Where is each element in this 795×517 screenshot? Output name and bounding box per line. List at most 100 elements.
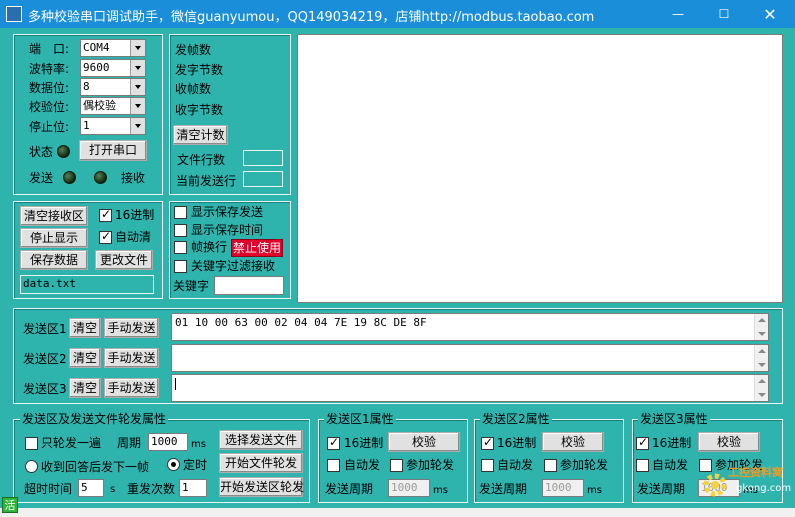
baud-label: 波特率: bbox=[29, 62, 70, 76]
area-3-auto-checkbox[interactable] bbox=[636, 459, 649, 472]
period-input[interactable]: 1000 bbox=[148, 433, 188, 451]
parity-select[interactable]: 偶校验 bbox=[80, 97, 146, 115]
timeout-label: 超时时间 bbox=[24, 482, 73, 496]
send-indicator-label: 发送 bbox=[29, 171, 54, 185]
auto-clear-label: 自动清 bbox=[115, 230, 152, 244]
parity-label: 校验位: bbox=[29, 100, 70, 114]
select-file-button[interactable]: 选择发送文件 bbox=[219, 430, 303, 450]
send-area-3-manual-button[interactable]: 手动发送 bbox=[104, 378, 159, 398]
filename-field[interactable]: data.txt bbox=[20, 275, 154, 294]
watermark: 工控资料窝 gkong.com bbox=[700, 462, 795, 502]
databits-select[interactable]: 8 bbox=[80, 78, 146, 96]
auto-clear-checkbox[interactable] bbox=[99, 229, 112, 244]
watermark-text-1: 工控资料窝 bbox=[728, 466, 783, 479]
client-area: 端 口: COM4 波特率: 9600 数据位: 8 校验位: 偶校验 停止位:… bbox=[0, 28, 795, 508]
clear-receive-button[interactable]: 清空接收区 bbox=[20, 206, 88, 226]
area-2-period-label: 发送周期 bbox=[479, 482, 528, 496]
send-area-1-manual-button[interactable]: 手动发送 bbox=[104, 318, 159, 338]
keyword-input[interactable] bbox=[214, 276, 284, 295]
show-save-time-label: 显示保存时间 bbox=[191, 223, 264, 237]
window-title: 多种校验串口调试助手，微信guanyumou，QQ149034219，店铺htt… bbox=[28, 10, 595, 25]
send-area-1-input[interactable]: 01 10 00 63 00 02 04 04 7E 19 8C DE 8F bbox=[171, 313, 769, 341]
period-ms-label: ms bbox=[191, 439, 206, 450]
title-bar: 多种校验串口调试助手，微信guanyumou，QQ149034219，店铺htt… bbox=[0, 0, 795, 28]
send-area-2-manual-button[interactable]: 手动发送 bbox=[104, 348, 159, 368]
area-1-hex-checkbox[interactable] bbox=[327, 435, 340, 450]
send-area-3-input[interactable] bbox=[171, 374, 769, 402]
status-led-icon bbox=[57, 145, 70, 158]
area-3-hex-checkbox[interactable] bbox=[636, 435, 649, 450]
timeout-input[interactable]: 5 bbox=[78, 479, 104, 497]
stopbits-label: 停止位: bbox=[29, 120, 70, 134]
area-1-verify-button[interactable]: 校验 bbox=[388, 432, 460, 452]
file-lines-value bbox=[243, 150, 283, 166]
chevron-down-icon bbox=[130, 98, 145, 114]
area-1-join-label: 参加轮发 bbox=[406, 458, 455, 472]
hex-checkbox[interactable] bbox=[99, 207, 112, 222]
area-2-hex-checkbox[interactable] bbox=[481, 435, 494, 450]
close-button[interactable]: ✕ bbox=[747, 0, 793, 28]
only-rotate-checkbox[interactable] bbox=[25, 437, 38, 450]
recv-indicator-label: 接收 bbox=[121, 171, 146, 185]
current-line-label: 当前发送行 bbox=[176, 174, 237, 188]
retry-input[interactable]: 1 bbox=[179, 479, 207, 497]
databits-label: 数据位: bbox=[29, 81, 70, 95]
chevron-down-icon bbox=[130, 79, 145, 95]
timed-radio[interactable] bbox=[167, 458, 180, 471]
send-area-2-clear-button[interactable]: 清空 bbox=[69, 348, 101, 368]
area-2-verify-button[interactable]: 校验 bbox=[542, 432, 604, 452]
port-select[interactable]: COM4 bbox=[80, 39, 146, 57]
send-area-3-clear-button[interactable]: 清空 bbox=[69, 378, 101, 398]
area-1-auto-checkbox[interactable] bbox=[327, 459, 340, 472]
save-data-button[interactable]: 保存数据 bbox=[20, 250, 88, 270]
stopbits-select[interactable]: 1 bbox=[80, 117, 146, 135]
chevron-down-icon bbox=[130, 60, 145, 76]
send-bytes-label: 发字节数 bbox=[175, 63, 224, 77]
only-rotate-label: 只轮发一遍 bbox=[41, 436, 102, 450]
start-area-rotation-button[interactable]: 开始发送区轮发 bbox=[219, 477, 304, 497]
stop-display-button[interactable]: 停止显示 bbox=[20, 228, 88, 248]
status-bar bbox=[0, 508, 795, 517]
receive-area[interactable] bbox=[297, 34, 783, 303]
send-area-1-clear-button[interactable]: 清空 bbox=[69, 318, 101, 338]
text-cursor bbox=[175, 378, 176, 390]
send-area-2-input[interactable] bbox=[171, 344, 769, 372]
open-port-button[interactable]: 打开串口 bbox=[79, 140, 147, 161]
frame-newline-checkbox[interactable] bbox=[174, 241, 187, 254]
area-1-join-checkbox[interactable] bbox=[390, 459, 403, 472]
timeout-unit-label: s bbox=[110, 484, 116, 495]
recv-bytes-label: 收字节数 bbox=[175, 103, 224, 117]
rotation-title: 发送区及发送文件轮发属性 bbox=[20, 412, 169, 426]
show-save-send-checkbox[interactable] bbox=[174, 206, 187, 219]
area-2-props-title: 发送区2属性 bbox=[480, 412, 552, 426]
after-reply-radio[interactable] bbox=[25, 460, 38, 473]
area-2-auto-checkbox[interactable] bbox=[481, 459, 494, 472]
change-file-button[interactable]: 更改文件 bbox=[95, 250, 153, 270]
keyword-filter-checkbox[interactable] bbox=[174, 260, 187, 273]
gear-icon bbox=[703, 473, 727, 497]
recv-led-icon bbox=[94, 171, 107, 184]
area-3-verify-button[interactable]: 校验 bbox=[698, 432, 760, 452]
area-1-hex-label: 16进制 bbox=[344, 436, 384, 450]
hex-label: 16进制 bbox=[115, 208, 155, 222]
after-reply-label: 收到回答后发下一帧 bbox=[41, 460, 150, 474]
file-lines-label: 文件行数 bbox=[177, 153, 226, 167]
maximize-button[interactable]: ☐ bbox=[701, 0, 747, 28]
minimize-button[interactable]: — bbox=[655, 0, 701, 28]
show-save-time-checkbox[interactable] bbox=[174, 224, 187, 237]
area-1-period-label: 发送周期 bbox=[325, 482, 374, 496]
area-1-ms-label: ms bbox=[433, 485, 448, 496]
keyword-label: 关键字 bbox=[173, 279, 210, 293]
baud-select[interactable]: 9600 bbox=[80, 59, 146, 77]
start-file-rotation-button[interactable]: 开始文件轮发 bbox=[219, 453, 303, 473]
area-3-hex-label: 16进制 bbox=[652, 436, 692, 450]
area-1-period-input[interactable]: 1000 bbox=[388, 479, 430, 497]
area-2-period-input[interactable]: 1000 bbox=[542, 479, 584, 497]
area-2-auto-label: 自动发 bbox=[497, 458, 534, 472]
send-led-icon bbox=[63, 171, 76, 184]
chevron-down-icon bbox=[130, 118, 145, 134]
area-2-join-label: 参加轮发 bbox=[560, 458, 609, 472]
current-line-value bbox=[243, 171, 283, 187]
area-2-join-checkbox[interactable] bbox=[544, 459, 557, 472]
clear-counters-button[interactable]: 清空计数 bbox=[173, 125, 228, 145]
